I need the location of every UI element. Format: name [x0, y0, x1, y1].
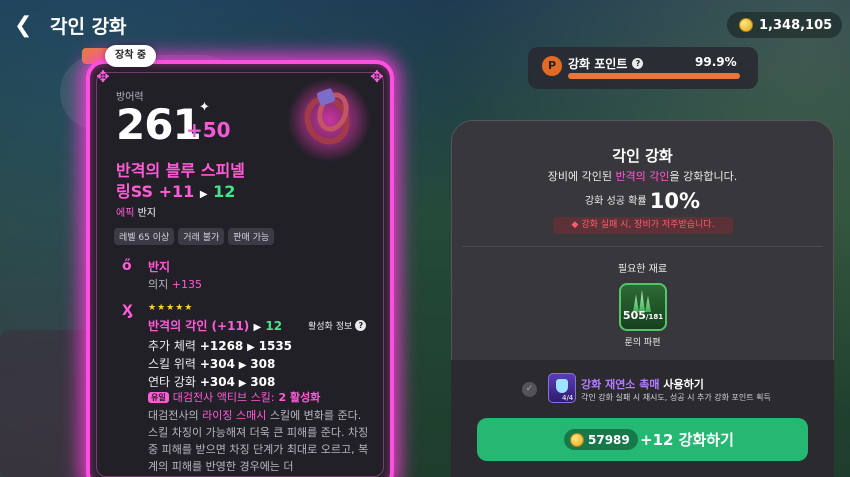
item-name-line1: 반격의 블루 스피넬	[116, 161, 245, 180]
activation-info-label: 활성화 정보	[308, 322, 353, 332]
arrow-right-icon: ▶	[238, 378, 247, 389]
base-stat-label: 의지	[148, 278, 169, 291]
materials-label: 필요한 재료	[617, 264, 668, 275]
engrave-stat-row: 연타 강화 +304 ▶ 308	[148, 373, 275, 390]
catalyst-action: 사용하기	[659, 378, 704, 391]
arrow-right-icon: ▶	[238, 360, 247, 371]
arrow-right-icon: ▶	[199, 189, 208, 200]
sparkle-icon: ✦	[199, 100, 210, 115]
point-icon: P	[542, 56, 562, 76]
skill-change-line: 유일 대검전사 액티브 스킬: 2 활성화	[148, 389, 320, 405]
base-title: 반지	[148, 260, 171, 274]
engrave-title: 반격의 각인 (+11) ▶ 12	[148, 317, 282, 334]
point-label: 강화 포인트 ?	[568, 55, 644, 72]
warning-box: ◆ 강화 실패 시, 장비가 저주받습니다.	[553, 217, 733, 234]
unique-badge: 유일	[148, 391, 169, 403]
catalyst-checkbox[interactable]: ✓	[522, 382, 537, 397]
corner-ornament-icon: ✥	[370, 67, 384, 86]
skill-change-label: 대검전사 액티브 스킬:	[172, 391, 275, 404]
material-name: 룬의 파편	[624, 338, 661, 348]
desc-text: 스킬에 변화를 준다.	[266, 409, 362, 422]
catalyst-description: 각인 강화 실패 시 재시도, 성공 시 추가 강화 포인트 획득	[581, 393, 771, 402]
back-arrow-icon[interactable]: ❮	[14, 14, 36, 38]
panel-subtitle: 장비에 각인된 반격의 각인을 강화합니다.	[451, 168, 834, 184]
point-progress-bar	[568, 73, 740, 79]
row-from: +304	[199, 375, 235, 389]
point-value: 99.9%	[695, 55, 737, 69]
row-to: 308	[250, 375, 276, 389]
engrave-next: 12	[265, 319, 283, 333]
background-shape	[0, 330, 95, 477]
warning-text: 강화 실패 시, 장비가 저주받습니다.	[581, 220, 715, 230]
engrave-name: 반격의 각인 (+11)	[148, 319, 250, 333]
desc-text: 스킬 차징이 가능해져 더욱 큰 피해를 준다. 차징 중 피해를 받으면 차징…	[148, 426, 369, 473]
engrave-name-highlight: 반격의 각인	[615, 170, 670, 183]
catalyst-title: 강화 재연소 촉매 사용하기	[581, 376, 704, 392]
skill-name: 라이징 스매시	[202, 409, 267, 422]
material-required: /181	[645, 313, 664, 321]
equipped-badge: 장착 중	[105, 45, 157, 67]
material-count: 505/181	[619, 309, 667, 322]
row-to: 1535	[258, 339, 293, 353]
currency-display: 1,348,105	[727, 12, 843, 38]
activation-info-link[interactable]: 활성화 정보 ?	[308, 319, 367, 332]
success-rate: 강화 성공 확률 10%	[451, 189, 834, 213]
row-label: 추가 체력	[148, 339, 196, 353]
skill-change-value: 2 활성화	[278, 391, 321, 404]
item-grade: 에픽 반지	[116, 204, 156, 219]
row-to: 308	[250, 357, 276, 371]
item-name-line2: 링SS +11 ▶ 12	[116, 181, 245, 205]
cost-value: 57989	[588, 432, 630, 447]
star-rating: ★★★★★	[148, 303, 194, 313]
point-progress-fill	[568, 73, 740, 79]
row-from: +304	[199, 357, 235, 371]
arrow-right-icon: ▶	[247, 342, 255, 353]
item-name: 반격의 블루 스피넬 링SS +11 ▶ 12	[116, 160, 245, 205]
catalyst-name: 강화 재연소 촉매	[581, 378, 660, 391]
item-enhance-next: 12	[213, 182, 236, 201]
question-icon[interactable]: ?	[632, 58, 644, 69]
page-title: 각인 강화	[50, 16, 127, 38]
rate-label: 강화 성공 확률	[584, 196, 647, 207]
point-label-text: 강화 포인트	[568, 57, 628, 71]
corner-ornament-icon: ✥	[96, 67, 110, 86]
engrave-stat-row: 추가 체력 +1268 ▶ 1535	[148, 337, 292, 354]
item-type: 반지	[137, 208, 156, 219]
coin-amount: 1,348,105	[759, 17, 833, 33]
warning-icon: ◆	[571, 220, 579, 230]
coin-icon	[739, 18, 753, 32]
question-icon: ?	[355, 320, 367, 331]
grade-label: 에픽	[116, 208, 135, 219]
cost-display: 57989	[564, 429, 638, 450]
tag-chip: 판매 가능	[228, 228, 275, 245]
sub-text: 을 강화합니다.	[669, 170, 738, 183]
base-stat: 의지 +135	[148, 276, 202, 292]
material-owned: 505	[622, 309, 646, 322]
desc-text: 대검전사의	[148, 409, 203, 422]
divider	[462, 246, 823, 247]
rate-value: 10%	[649, 189, 700, 213]
engrave-icon: Ӽ	[122, 303, 133, 319]
coin-icon	[570, 432, 584, 447]
item-tags: 레벨 65 이상 거래 불가 판매 가능	[114, 228, 275, 245]
row-label: 연타 강화	[148, 375, 196, 389]
base-stat-value: +135	[171, 278, 202, 291]
skill-description: 대검전사의 라이징 스매시 스킬에 변화를 준다. 스킬 차징이 가능해져 더욱…	[148, 407, 373, 475]
panel-title: 각인 강화	[612, 147, 673, 165]
potion-icon	[556, 379, 568, 393]
sub-text: 장비에 각인된	[547, 170, 616, 183]
row-from: +1268	[199, 339, 244, 353]
ring-icon: ő	[122, 258, 132, 274]
catalyst-count: 4/4	[562, 394, 574, 402]
item-enhance-current: 링SS +11	[116, 182, 195, 201]
tag-chip: 거래 불가	[178, 228, 225, 245]
row-label: 스킬 위력	[148, 357, 196, 371]
stat-bonus: +50	[186, 118, 231, 142]
tag-chip: 레벨 65 이상	[114, 228, 175, 245]
arrow-right-icon: ▶	[253, 322, 262, 333]
enhance-button-label[interactable]: +12 강화하기	[640, 429, 734, 450]
engrave-stat-row: 스킬 위력 +304 ▶ 308	[148, 355, 275, 372]
